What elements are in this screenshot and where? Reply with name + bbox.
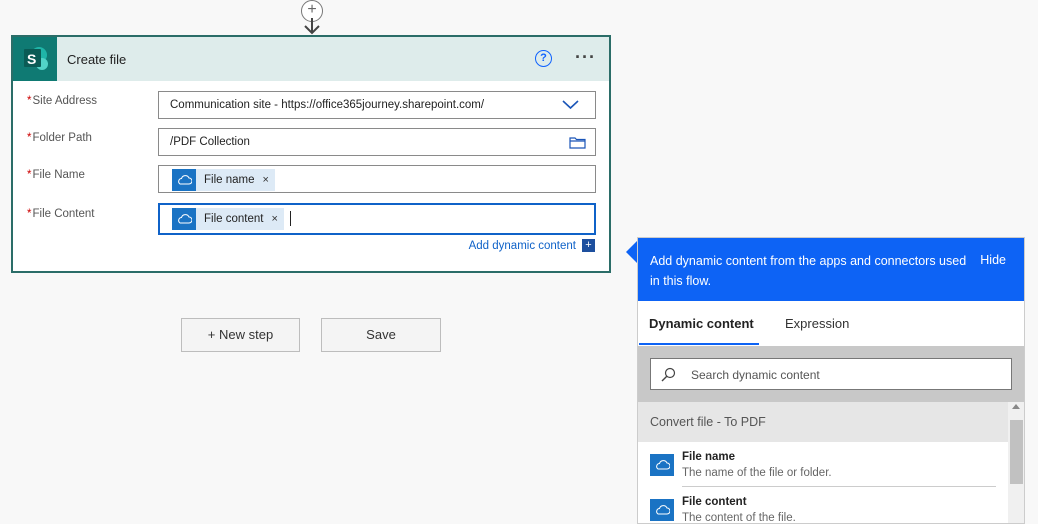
add-dynamic-content-link[interactable]: Add dynamic content + — [469, 239, 595, 252]
dynamic-content-panel: Add dynamic content from the apps and co… — [637, 237, 1025, 524]
item-description: The content of the file. — [682, 512, 796, 524]
list-item[interactable]: File name The name of the file or folder… — [638, 446, 1008, 490]
text-caret — [290, 211, 291, 226]
required-mark: * — [27, 95, 32, 107]
group-title: Convert file - To PDF — [650, 415, 766, 429]
svg-text:S: S — [27, 51, 36, 67]
onedrive-icon — [172, 208, 196, 230]
more-icon[interactable]: ··· — [575, 47, 596, 68]
item-title: File name — [682, 451, 736, 463]
active-tab-indicator — [639, 343, 759, 345]
onedrive-icon — [172, 169, 196, 191]
remove-token-icon[interactable]: × — [271, 213, 277, 225]
scroll-up-icon[interactable] — [1012, 404, 1020, 409]
required-mark: * — [27, 169, 32, 181]
item-divider — [682, 486, 996, 487]
folder-icon[interactable] — [569, 136, 586, 149]
search-icon — [661, 367, 676, 382]
search-placeholder: Search dynamic content — [691, 368, 820, 382]
chevron-down-icon[interactable] — [562, 99, 579, 110]
sharepoint-icon: S — [13, 37, 57, 81]
site-address-dropdown[interactable]: Communication site - https://office365jo… — [158, 91, 596, 119]
tab-expression[interactable]: Expression — [785, 316, 849, 331]
file-name-input[interactable]: File name × — [158, 165, 596, 193]
tab-dynamic-content[interactable]: Dynamic content — [649, 316, 754, 331]
new-step-button[interactable]: + New step — [181, 318, 300, 352]
card-title: Create file — [67, 52, 127, 67]
create-file-card: S Create file ? ··· *Site Address Commun… — [11, 35, 611, 273]
panel-header: Add dynamic content from the apps and co… — [638, 238, 1024, 301]
site-address-value: Communication site - https://office365jo… — [170, 99, 485, 111]
file-content-label: *File Content — [27, 208, 95, 220]
add-dynamic-plus-icon: + — [582, 239, 595, 252]
item-title: File content — [682, 496, 747, 508]
connector-arrow-icon — [304, 18, 320, 35]
folder-path-label: *Folder Path — [27, 132, 92, 144]
token-label: File content — [204, 213, 264, 225]
search-area: Search dynamic content — [638, 346, 1024, 402]
help-icon[interactable]: ? — [535, 50, 552, 67]
scrollbar[interactable] — [1008, 402, 1024, 523]
site-address-label: *Site Address — [27, 95, 98, 107]
list-item[interactable]: File content The content of the file. — [638, 491, 1008, 524]
file-name-label: *File Name — [27, 169, 85, 181]
folder-path-input[interactable]: /PDF Collection — [158, 128, 596, 156]
group-header[interactable]: Convert file - To PDF — [638, 402, 1008, 442]
item-description: The name of the file or folder. — [682, 467, 832, 479]
card-header[interactable]: S Create file ? ··· — [13, 37, 609, 81]
remove-token-icon[interactable]: × — [263, 174, 269, 186]
add-dynamic-content-label: Add dynamic content — [468, 239, 576, 252]
onedrive-icon — [650, 454, 674, 476]
required-mark: * — [27, 132, 32, 144]
search-input[interactable]: Search dynamic content — [650, 358, 1012, 390]
save-button[interactable]: Save — [321, 318, 441, 352]
panel-header-text: Add dynamic content from the apps and co… — [650, 254, 967, 288]
file-name-token[interactable]: File name × — [172, 169, 275, 191]
required-mark: * — [27, 208, 32, 220]
file-content-input[interactable]: File content × — [158, 203, 596, 235]
scroll-thumb[interactable] — [1010, 420, 1023, 484]
hide-link[interactable]: Hide — [980, 253, 1006, 267]
token-label: File name — [204, 174, 255, 186]
onedrive-icon — [650, 499, 674, 521]
file-content-token[interactable]: File content × — [172, 208, 284, 230]
folder-path-value: /PDF Collection — [170, 136, 250, 148]
